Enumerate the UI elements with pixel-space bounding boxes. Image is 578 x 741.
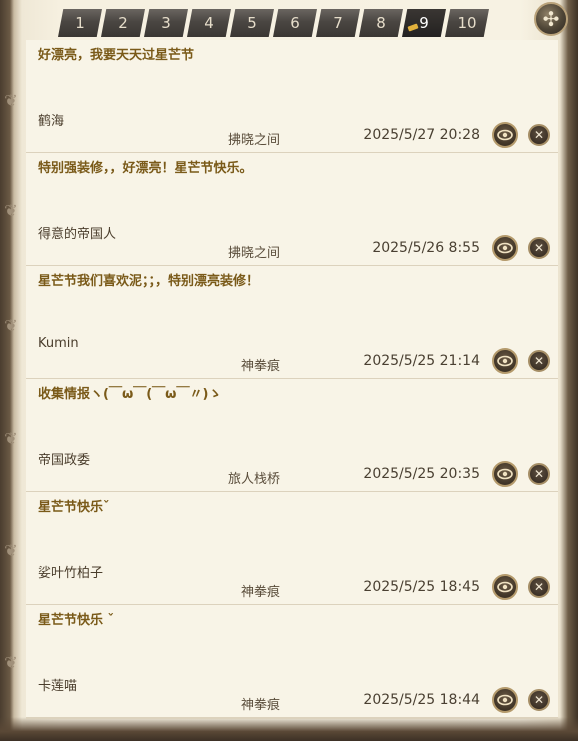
eye-icon[interactable]: [492, 687, 518, 713]
post-date: 2025/5/26 8:55: [372, 240, 480, 256]
page-ornament: ❦: [4, 91, 18, 110]
author-world: 神拳痕: [240, 359, 280, 374]
page-tab-7[interactable]: 7: [316, 9, 360, 37]
list-item: 星芒节快乐ˇ 娑叶竹柏子 神拳痕 2025/5/25 18:45 ✕: [26, 492, 558, 606]
author-name: 卡莲喵: [38, 679, 78, 694]
page-tab-6[interactable]: 6: [273, 9, 317, 37]
page-ornament: ❦: [4, 429, 18, 448]
eye-icon[interactable]: [492, 235, 518, 261]
post-date: 2025/5/25 18:45: [363, 579, 480, 595]
settings-cross-icon[interactable]: ✣: [534, 2, 568, 36]
author-name: 鹤海: [38, 114, 65, 129]
page-tab-4[interactable]: 4: [187, 9, 231, 37]
message-text: 好漂亮，我要天天过星芒节: [38, 48, 195, 63]
active-page-marker-icon: [407, 23, 419, 32]
close-icon[interactable]: ✕: [528, 124, 550, 146]
close-icon[interactable]: ✕: [528, 463, 550, 485]
author-world: 神拳痕: [240, 698, 280, 713]
close-icon[interactable]: ✕: [528, 350, 550, 372]
eye-icon[interactable]: [492, 122, 518, 148]
page-tab-5[interactable]: 5: [230, 9, 274, 37]
page-ornament: ❦: [4, 653, 18, 672]
author-name: 娑叶竹柏子: [38, 566, 104, 581]
page-tab-label: 9: [419, 14, 429, 32]
author-world: 神拳痕: [240, 585, 280, 600]
page-tab-10[interactable]: 10: [445, 9, 489, 37]
page-ornament: ❦: [4, 201, 18, 220]
page-ornament: ❦: [4, 316, 18, 335]
close-icon[interactable]: ✕: [528, 237, 550, 259]
eye-icon[interactable]: [492, 574, 518, 600]
close-icon[interactable]: ✕: [528, 689, 550, 711]
post-date: 2025/5/27 20:28: [363, 127, 480, 143]
message-text: 收集情报ヽ(￣ω￣(￣ω￣〃)ゝ: [38, 387, 222, 402]
message-text: 特别强装修，，好漂亮！星芒节快乐。: [38, 161, 253, 176]
author-world: 旅人栈桥: [227, 472, 280, 487]
list-item: 星芒节快乐 ˇ 卡莲喵 神拳痕 2025/5/25 18:44 ✕: [26, 605, 558, 719]
page-tab-2[interactable]: 2: [101, 9, 145, 37]
list-item: 收集情报ヽ(￣ω￣(￣ω￣〃)ゝ 帝国政委 旅人栈桥 2025/5/25 20:…: [26, 379, 558, 493]
author-world: 拂晓之间: [227, 133, 280, 148]
page-tab-3[interactable]: 3: [144, 9, 188, 37]
eye-icon[interactable]: [492, 348, 518, 374]
post-date: 2025/5/25 20:35: [363, 466, 480, 482]
page-tab-1[interactable]: 1: [58, 9, 102, 37]
author-name: Kumin: [38, 336, 79, 351]
post-date: 2025/5/25 18:44: [363, 692, 480, 708]
author-name: 得意的帝国人: [38, 227, 117, 242]
author-world: 拂晓之间: [227, 246, 280, 261]
page-tabs: 1 2 3 4 5 6 7 8 9 10: [58, 9, 489, 37]
list-item: 星芒节我们喜欢泥；；，特别漂亮装修！ Kumin 神拳痕 2025/5/25 2…: [26, 266, 558, 380]
post-date: 2025/5/25 21:14: [363, 353, 480, 369]
page-ornament: ❦: [4, 541, 18, 560]
list-item: 好漂亮，我要天天过星芒节 鹤海 拂晓之间 2025/5/27 20:28 ✕: [26, 40, 558, 154]
page-tab-8[interactable]: 8: [359, 9, 403, 37]
page-tab-9[interactable]: 9: [402, 9, 446, 37]
message-text: 星芒节我们喜欢泥；；，特别漂亮装修！: [38, 274, 260, 289]
eye-icon[interactable]: [492, 461, 518, 487]
list-item: 特别强装修，，好漂亮！星芒节快乐。 得意的帝国人 拂晓之间 2025/5/26 …: [26, 153, 558, 267]
close-icon[interactable]: ✕: [528, 576, 550, 598]
message-text: 星芒节快乐ˇ: [38, 500, 110, 515]
author-name: 帝国政委: [38, 453, 91, 468]
message-text: 星芒节快乐 ˇ: [38, 613, 115, 628]
